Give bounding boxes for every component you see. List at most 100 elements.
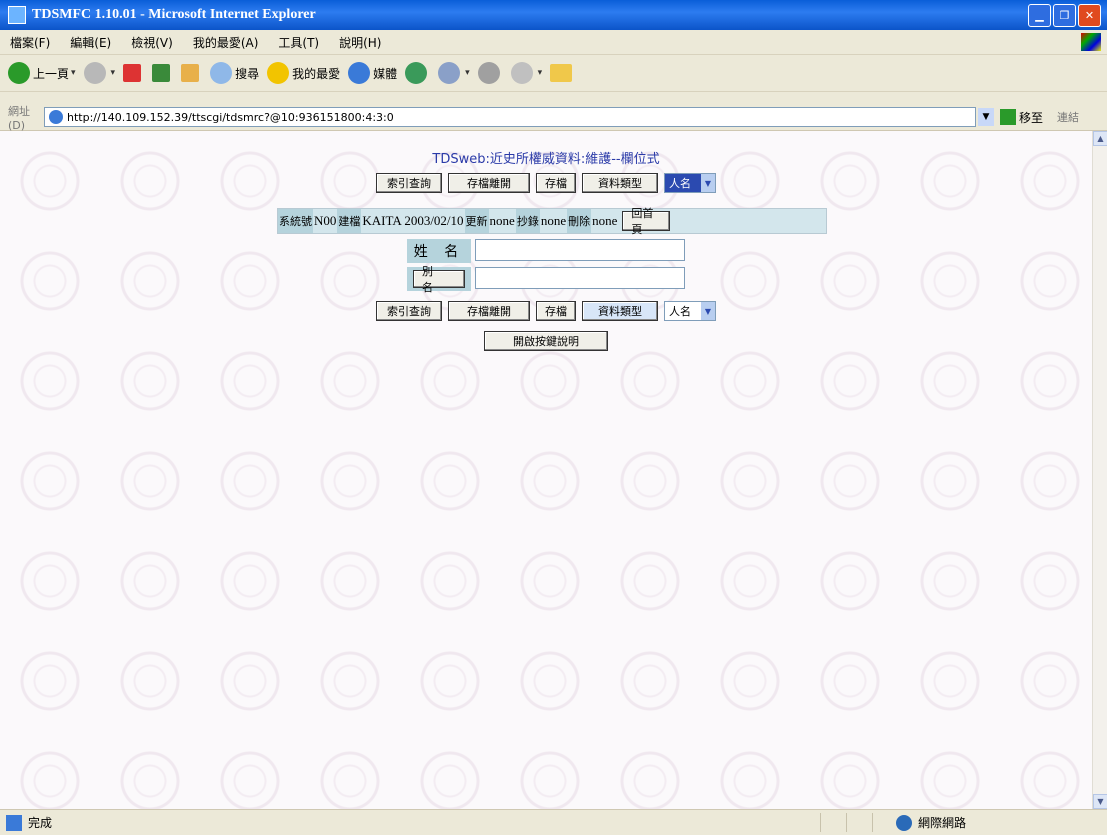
data-type-select-value: 人名: [669, 177, 691, 190]
page-done-icon: [6, 814, 22, 831]
history-icon: [405, 62, 428, 84]
chevron-down-icon: ▾: [537, 68, 543, 78]
stop-icon: [123, 64, 142, 82]
links-button[interactable]: 連結: [1057, 109, 1079, 125]
name-input[interactable]: [475, 239, 685, 261]
data-type-select[interactable]: 人名 ▼: [664, 173, 716, 193]
close-button[interactable]: ✕: [1078, 4, 1101, 27]
name-field-row: 姓 名: [0, 239, 1092, 263]
menu-help[interactable]: 說明(H): [329, 34, 391, 51]
menu-edit[interactable]: 編輯(E): [60, 34, 121, 51]
page-icon: [49, 110, 63, 124]
home-button[interactable]: [181, 64, 202, 82]
alias-button[interactable]: 別 名: [413, 265, 465, 294]
page-content: TDSweb:近史所權威資料:維護--欄位式 索引查詢 存檔離開 存檔 資料類型…: [0, 131, 1092, 809]
data-type-select-bottom[interactable]: 人名 ▼: [664, 301, 716, 321]
alias-label-cell: 別 名: [407, 265, 471, 294]
chevron-down-icon: ▼: [701, 174, 715, 192]
star-icon: [267, 62, 290, 84]
search-button[interactable]: 搜尋: [210, 62, 259, 84]
search-label: 搜尋: [235, 66, 260, 81]
home-icon: [181, 64, 200, 82]
forward-button[interactable]: ▾: [83, 62, 116, 84]
chevron-down-icon: ▼: [701, 302, 715, 320]
folder-icon: [550, 64, 573, 82]
menu-bar: 檔案(F) 編輯(E) 檢視(V) 我的最愛(A) 工具(T) 說明(H): [0, 30, 1107, 55]
system-no-value: N00: [314, 213, 337, 228]
status-text: 完成: [28, 816, 53, 830]
chevron-down-icon: ▾: [465, 68, 470, 78]
chevron-down-icon: ▾: [110, 68, 116, 78]
bottom-button-row: 索引查詢 存檔離開 存檔 資料類型 人名 ▼: [0, 301, 1092, 321]
scroll-down-icon[interactable]: ▼: [1093, 794, 1107, 809]
save-button-bottom[interactable]: 存檔: [536, 301, 576, 321]
favorites-button[interactable]: 我的最愛: [267, 62, 340, 84]
updated-label: 更新: [464, 209, 489, 233]
address-bar: 網址(D) http://140.109.152.39/ttscgi/tdsmr…: [0, 104, 1107, 132]
refresh-button[interactable]: [152, 64, 173, 82]
back-label: 上一頁: [33, 66, 70, 81]
top-button-row: 索引查詢 存檔離開 存檔 資料類型 人名 ▼: [0, 173, 1092, 193]
save-button[interactable]: 存檔: [536, 173, 576, 193]
save-and-leave-button-bottom[interactable]: 存檔離開: [448, 301, 530, 321]
go-arrow-icon: [1000, 109, 1016, 125]
back-button[interactable]: 上一頁 ▾: [8, 62, 76, 84]
maximize-button[interactable]: ❐: [1053, 4, 1076, 27]
status-left: 完成: [6, 814, 52, 831]
window-title: TDSMFC 1.10.01 - Microsoft Internet Expl…: [32, 7, 316, 22]
window-controls: ▁ ❐ ✕: [1028, 4, 1101, 27]
help-row: 開啟按鍵說明: [0, 331, 1092, 351]
toolbar: 上一頁 ▾ ▾ 搜尋 我的最愛 媒體 ▾ ▾: [0, 55, 1107, 92]
status-bar: 完成 網際網路: [0, 809, 1107, 835]
created-label: 建檔: [337, 209, 362, 233]
name-label: 姓 名: [407, 239, 471, 263]
menu-tools[interactable]: 工具(T): [268, 34, 329, 51]
print-button[interactable]: [477, 62, 503, 84]
address-url: http://140.109.152.39/ttscgi/tdsmrc?@10:…: [67, 110, 394, 124]
deleted-label: 刪除: [567, 209, 592, 233]
media-button[interactable]: 媒體: [348, 62, 397, 84]
ie-icon: [8, 6, 26, 24]
deleted-value: none: [592, 213, 618, 228]
system-no-label: 系統號: [278, 209, 313, 233]
copied-value: none: [540, 213, 567, 228]
edit-icon: [510, 62, 533, 84]
address-label: 網址(D): [8, 104, 30, 132]
data-type-button[interactable]: 資料類型: [582, 173, 658, 193]
status-divider: [846, 813, 847, 832]
scroll-up-icon[interactable]: ▲: [1093, 131, 1107, 146]
alias-input[interactable]: [475, 267, 685, 289]
copied-label: 抄錄: [515, 209, 540, 233]
menu-file[interactable]: 檔案(F): [0, 34, 60, 51]
stop-button[interactable]: [123, 64, 144, 82]
search-icon: [210, 62, 233, 84]
minimize-button[interactable]: ▁: [1028, 4, 1051, 27]
home-page-button[interactable]: 回首頁: [622, 207, 671, 236]
status-divider: [872, 813, 873, 832]
data-type-button-bottom[interactable]: 資料類型: [582, 301, 658, 321]
record-info-bar: 系統號 N00 建檔 KAITA 2003/02/10 更新 none 抄錄 n…: [277, 207, 827, 236]
save-and-leave-button[interactable]: 存檔離開: [448, 173, 530, 193]
status-zone: 網際網路: [896, 814, 966, 831]
open-help-button[interactable]: 開啟按鍵說明: [484, 331, 608, 351]
data-type-select-value-bottom: 人名: [669, 305, 691, 318]
created-value: KAITA 2003/02/10: [362, 213, 464, 228]
index-query-button[interactable]: 索引查詢: [376, 173, 442, 193]
media-icon: [348, 62, 371, 84]
folder-button[interactable]: [550, 64, 575, 82]
mail-button[interactable]: ▾: [438, 62, 470, 84]
media-label: 媒體: [373, 66, 398, 81]
favorites-label: 我的最愛: [292, 66, 341, 81]
edit-button[interactable]: ▾: [510, 62, 543, 84]
address-dropdown-button[interactable]: ▼: [978, 108, 994, 126]
address-input[interactable]: http://140.109.152.39/ttscgi/tdsmrc?@10:…: [44, 107, 976, 127]
page-title: TDSweb:近史所權威資料:維護--欄位式: [432, 152, 660, 167]
go-button[interactable]: 移至: [1000, 109, 1043, 126]
history-button[interactable]: [405, 62, 430, 84]
menu-view[interactable]: 檢視(V): [121, 34, 183, 51]
index-query-button-bottom[interactable]: 索引查詢: [376, 301, 442, 321]
refresh-icon: [152, 64, 171, 82]
vertical-scrollbar[interactable]: ▲ ▼: [1092, 131, 1107, 809]
status-divider: [820, 813, 821, 832]
menu-favorites[interactable]: 我的最愛(A): [183, 34, 269, 51]
